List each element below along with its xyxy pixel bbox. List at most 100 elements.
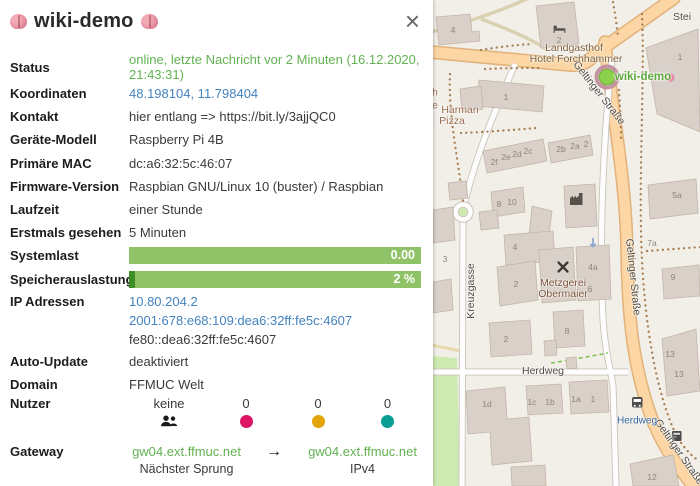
- systemlast-bar-value: 0.00: [391, 247, 415, 264]
- house-number: 1: [504, 92, 509, 102]
- house-number: 1c: [528, 397, 537, 407]
- brain-emoji-left: [10, 14, 27, 29]
- house-number: 7a: [647, 238, 656, 248]
- row-ip-adressen: IP Adressen 10.80.204.2 2001:678:e68:109…: [10, 291, 433, 350]
- poi-label-butcher-2: Obermaier: [538, 288, 588, 300]
- house-number: 2: [584, 139, 589, 149]
- primaere-mac-label: Primäre MAC: [10, 156, 129, 171]
- poi-label-edge-partial-1: h: [433, 88, 438, 99]
- ip-address-link-1[interactable]: 10.80.204.2: [129, 294, 198, 309]
- auto-update-value: deaktiviert: [129, 354, 433, 369]
- map-canvas[interactable]: Geltinger Straße Geltinger Straße Geltin…: [433, 0, 700, 486]
- house-number: 3: [443, 254, 448, 264]
- primaere-mac-value: dc:a6:32:5c:46:07: [129, 156, 433, 171]
- house-number: 4a: [588, 262, 597, 272]
- arrow-right-icon: →: [266, 443, 282, 460]
- gateway-label: Gateway: [10, 444, 129, 459]
- row-systemlast: Systemlast 0.00: [10, 244, 433, 267]
- street-label-stei-partial: Stei: [673, 11, 691, 23]
- poi-label-restaurant-2: Pizza: [439, 115, 465, 127]
- gateway-ipv4-link[interactable]: gw04.ext.ffmuc.net: [304, 444, 421, 460]
- page-title: wiki-demo: [10, 10, 433, 33]
- house-number: 2b: [556, 144, 565, 154]
- nutzer-pink-count: 0: [209, 396, 283, 411]
- speicher-bar-fill: [129, 271, 135, 288]
- street-label-kreuzgasse: Kreuzgasse: [465, 263, 477, 318]
- street-label-herdweg: Herdweg: [522, 365, 564, 377]
- nutzer-total-col: keine: [129, 396, 209, 429]
- house-number: 5a: [672, 190, 681, 200]
- house-number: 2f: [490, 157, 497, 167]
- house-number: 12: [647, 472, 656, 482]
- house-number: 2e: [501, 152, 510, 162]
- poi-label-edge-partial-2: e: [433, 101, 438, 112]
- domain-value: FFMUC Welt: [129, 377, 433, 392]
- oneway-arrow-icon: [590, 238, 595, 247]
- row-koordinaten: Koordinaten 48.198104, 11.798404: [10, 82, 433, 105]
- koordinaten-label: Koordinaten: [10, 86, 129, 101]
- geraete-modell-value: Raspberry Pi 4B: [129, 132, 433, 147]
- nutzer-amber-count: 0: [283, 396, 353, 411]
- house-number: 1b: [545, 397, 554, 407]
- systemlast-bar: 0.00: [129, 247, 421, 264]
- roundabout: [456, 205, 471, 220]
- row-erstmals-gesehen: Erstmals gesehen 5 Minuten: [10, 221, 433, 244]
- poi-label-hotel-2: Hotel Forchhammer: [530, 53, 623, 65]
- house-number: 6: [588, 284, 593, 294]
- ip-address-link-2[interactable]: 2001:678:e68:109:dea6:32ff:fe5c:4607: [129, 313, 352, 328]
- node-marker-label[interactable]: wiki-demo: [615, 71, 671, 83]
- gateway-ipv4-col: gw04.ext.ffmuc.net IPv4: [304, 444, 421, 478]
- close-icon[interactable]: ×: [405, 8, 420, 34]
- row-kontakt: Kontakt hier entlang => https://bit.ly/3…: [10, 105, 433, 128]
- clients-pink-dot-icon: [240, 415, 253, 428]
- speicher-bar-value: 2 %: [393, 271, 415, 288]
- house-number: 2a: [570, 141, 579, 151]
- row-status: Status online, letzte Nachricht vor 2 Mi…: [10, 52, 433, 82]
- cycleway-path: [551, 353, 608, 363]
- domain-label: Domain: [10, 377, 129, 392]
- brain-emoji-right: [141, 14, 158, 29]
- house-number: 2: [504, 334, 509, 344]
- firmware-label: Firmware-Version: [10, 179, 129, 194]
- row-auto-update: Auto-Update deaktiviert: [10, 350, 433, 373]
- firmware-value: Raspbian GNU/Linux 10 (buster) / Raspbia…: [129, 179, 433, 194]
- house-number: 13: [674, 369, 683, 379]
- house-number: 1: [591, 394, 596, 404]
- node-title-text: wiki-demo: [34, 10, 134, 33]
- house-number: 1a: [571, 394, 580, 404]
- kontakt-label: Kontakt: [10, 109, 129, 124]
- row-nutzer: Nutzer keine: [10, 396, 433, 432]
- meshviewer-app: wiki-demo × Status online, letzte Nachri…: [0, 0, 700, 486]
- bus-stop-icon: [632, 397, 643, 408]
- erstmals-gesehen-label: Erstmals gesehen: [10, 225, 129, 240]
- house-number: 8: [565, 326, 570, 336]
- geraete-modell-label: Geräte-Modell: [10, 132, 129, 147]
- poi-label-bus-stop: Herdweg: [617, 416, 657, 427]
- node-info-panel: wiki-demo × Status online, letzte Nachri…: [0, 0, 433, 486]
- erstmals-gesehen-value: 5 Minuten: [129, 225, 433, 240]
- gateway-next-hop-link[interactable]: gw04.ext.ffmuc.net: [129, 444, 244, 460]
- gateway-arrow-col: →: [244, 444, 304, 478]
- house-number: 2c: [524, 146, 533, 156]
- gateway-ipv4-caption: IPv4: [304, 461, 421, 478]
- speicherauslastung-label: Speicherauslastung: [10, 272, 129, 287]
- laufzeit-label: Laufzeit: [10, 202, 129, 217]
- gateway-next-hop-caption: Nächster Sprung: [129, 461, 244, 478]
- nutzer-teal-col: 0: [353, 396, 422, 429]
- row-speicherauslastung: Speicherauslastung 2 %: [10, 268, 433, 291]
- house-number: 4: [513, 242, 518, 252]
- nutzer-label: Nutzer: [10, 396, 129, 411]
- row-firmware: Firmware-Version Raspbian GNU/Linux 10 (…: [10, 175, 433, 198]
- ip-adressen-label: IP Adressen: [10, 291, 129, 311]
- nutzer-total-value: keine: [129, 396, 209, 411]
- speicher-bar: 2 %: [129, 271, 421, 288]
- koordinaten-link[interactable]: 48.198104, 11.798404: [129, 86, 258, 101]
- row-laufzeit: Laufzeit einer Stunde: [10, 198, 433, 221]
- kontakt-value: hier entlang => https://bit.ly/3ajjQC0: [129, 109, 433, 124]
- row-primaere-mac: Primäre MAC dc:a6:32:5c:46:07: [10, 152, 433, 175]
- row-gateway: Gateway gw04.ext.ffmuc.net Nächster Spru…: [10, 444, 433, 478]
- house-number: 9: [671, 272, 676, 282]
- status-value: online, letzte Nachricht vor 2 Minuten (…: [129, 52, 433, 82]
- row-domain: Domain FFMUC Welt: [10, 373, 433, 396]
- users-group-icon: [129, 414, 209, 429]
